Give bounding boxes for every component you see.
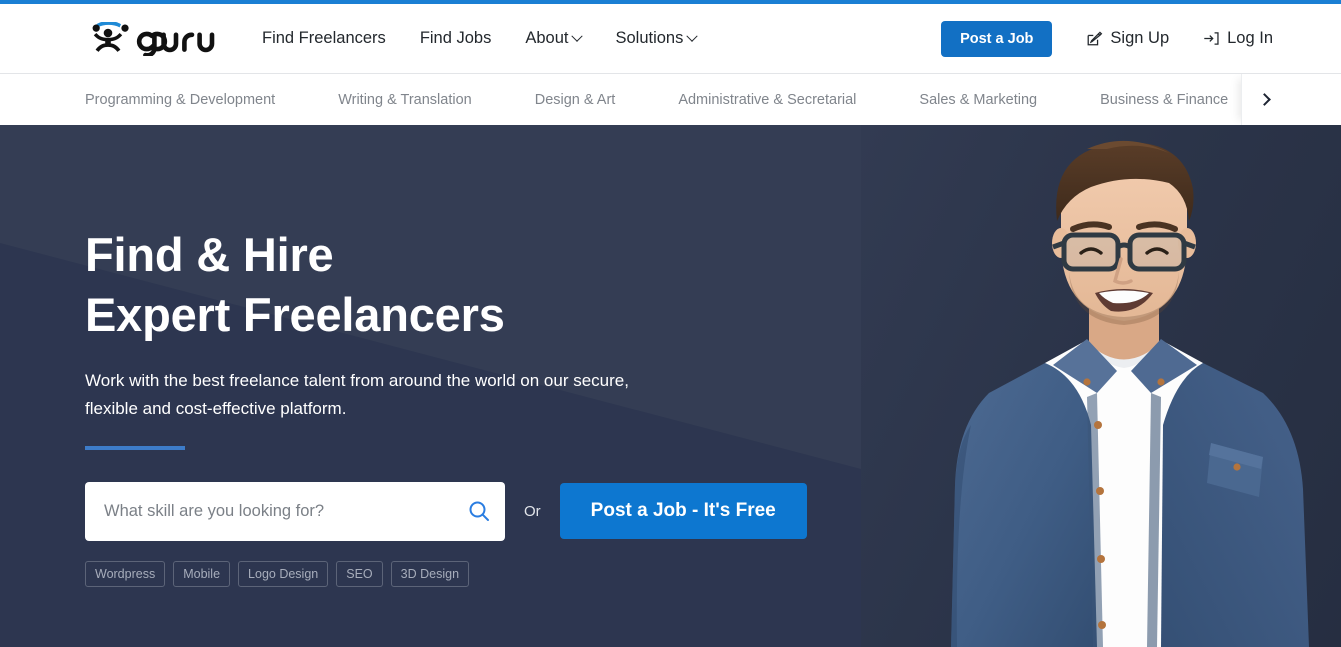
hero-title: Find & Hire Expert Freelancers: [85, 225, 845, 345]
guru-stick-figure-logo-icon: [92, 22, 129, 52]
site-header: Find Freelancers Find Jobs About Solutio…: [0, 4, 1341, 73]
hero-photo-person: [951, 140, 1309, 647]
nav-item-about[interactable]: About: [525, 29, 584, 48]
hero-section: Find & Hire Expert Freelancers Work with…: [0, 125, 1341, 647]
skill-tag-3d-design[interactable]: 3D Design: [390, 560, 470, 587]
category-item-business-finance[interactable]: Business & Finance: [1100, 92, 1228, 108]
hero-search-row: Or Post a Job - It's Free: [85, 481, 845, 541]
hero-subtitle-line-2: flexible and cost-effective platform.: [85, 398, 347, 418]
hero-title-line-2: Expert Freelancers: [85, 288, 505, 342]
header-actions: Post a Job Sign Up Log In: [941, 4, 1273, 73]
guru-logo[interactable]: [85, 18, 242, 60]
search-submit-button[interactable]: [467, 499, 491, 523]
skill-tag-mobile[interactable]: Mobile: [173, 560, 231, 587]
guru-wordmark: [136, 31, 215, 56]
main-navigation: Find Freelancers Find Jobs About Solutio…: [262, 4, 699, 73]
chevron-down-icon: [686, 30, 699, 42]
category-item-administrative-secretarial[interactable]: Administrative & Secretarial: [678, 92, 856, 108]
post-a-job-cta-button[interactable]: Post a Job - It's Free: [559, 483, 807, 540]
hero-subtitle: Work with the best freelance talent from…: [85, 367, 695, 421]
search-icon: [469, 501, 489, 522]
hero-content: Find & Hire Expert Freelancers Work with…: [85, 125, 845, 587]
nav-label: About: [525, 29, 569, 47]
chevron-right-icon: [1258, 93, 1271, 106]
login-arrow-icon: [1204, 32, 1219, 45]
category-item-sales-marketing[interactable]: Sales & Marketing: [919, 92, 1037, 108]
category-nav-bar: Programming & Development Writing & Tran…: [0, 73, 1341, 125]
nav-label: Solutions: [615, 29, 684, 47]
nav-item-solutions[interactable]: Solutions: [615, 29, 699, 48]
log-in-label: Log In: [1227, 29, 1273, 47]
category-nav-track: Programming & Development Writing & Tran…: [85, 74, 1291, 125]
sign-up-link[interactable]: Sign Up: [1086, 29, 1169, 48]
category-item-programming-development[interactable]: Programming & Development: [85, 92, 275, 108]
edit-pencil-icon: [1087, 31, 1103, 46]
category-item-writing-translation[interactable]: Writing & Translation: [338, 92, 472, 108]
nav-label: Find Jobs: [419, 29, 492, 47]
or-separator-label: Or: [524, 502, 541, 520]
hero-subtitle-line-1: Work with the best freelance talent from…: [85, 371, 629, 391]
chevron-down-icon: [571, 30, 584, 42]
category-scroll-next-button[interactable]: [1241, 74, 1341, 125]
popular-skill-tags: Wordpress Mobile Logo Design SEO 3D Desi…: [85, 560, 845, 587]
search-input[interactable]: [85, 481, 505, 541]
hero-title-line-1: Find & Hire: [85, 228, 334, 281]
hero-accent-rule: [85, 445, 185, 450]
search-box[interactable]: [85, 481, 505, 541]
nav-item-find-jobs[interactable]: Find Jobs: [420, 29, 492, 48]
skill-tag-logo-design[interactable]: Logo Design: [238, 560, 329, 587]
sign-up-label: Sign Up: [1110, 29, 1170, 47]
skill-tag-seo[interactable]: SEO: [336, 560, 383, 587]
nav-label: Find Freelancers: [262, 29, 386, 47]
guru-homepage: Find Freelancers Find Jobs About Solutio…: [0, 0, 1341, 647]
skill-tag-wordpress[interactable]: Wordpress: [85, 560, 166, 587]
category-item-design-art[interactable]: Design & Art: [535, 92, 616, 108]
log-in-link[interactable]: Log In: [1203, 29, 1273, 48]
post-a-job-button[interactable]: Post a Job: [941, 20, 1053, 57]
nav-item-find-freelancers[interactable]: Find Freelancers: [262, 29, 386, 48]
